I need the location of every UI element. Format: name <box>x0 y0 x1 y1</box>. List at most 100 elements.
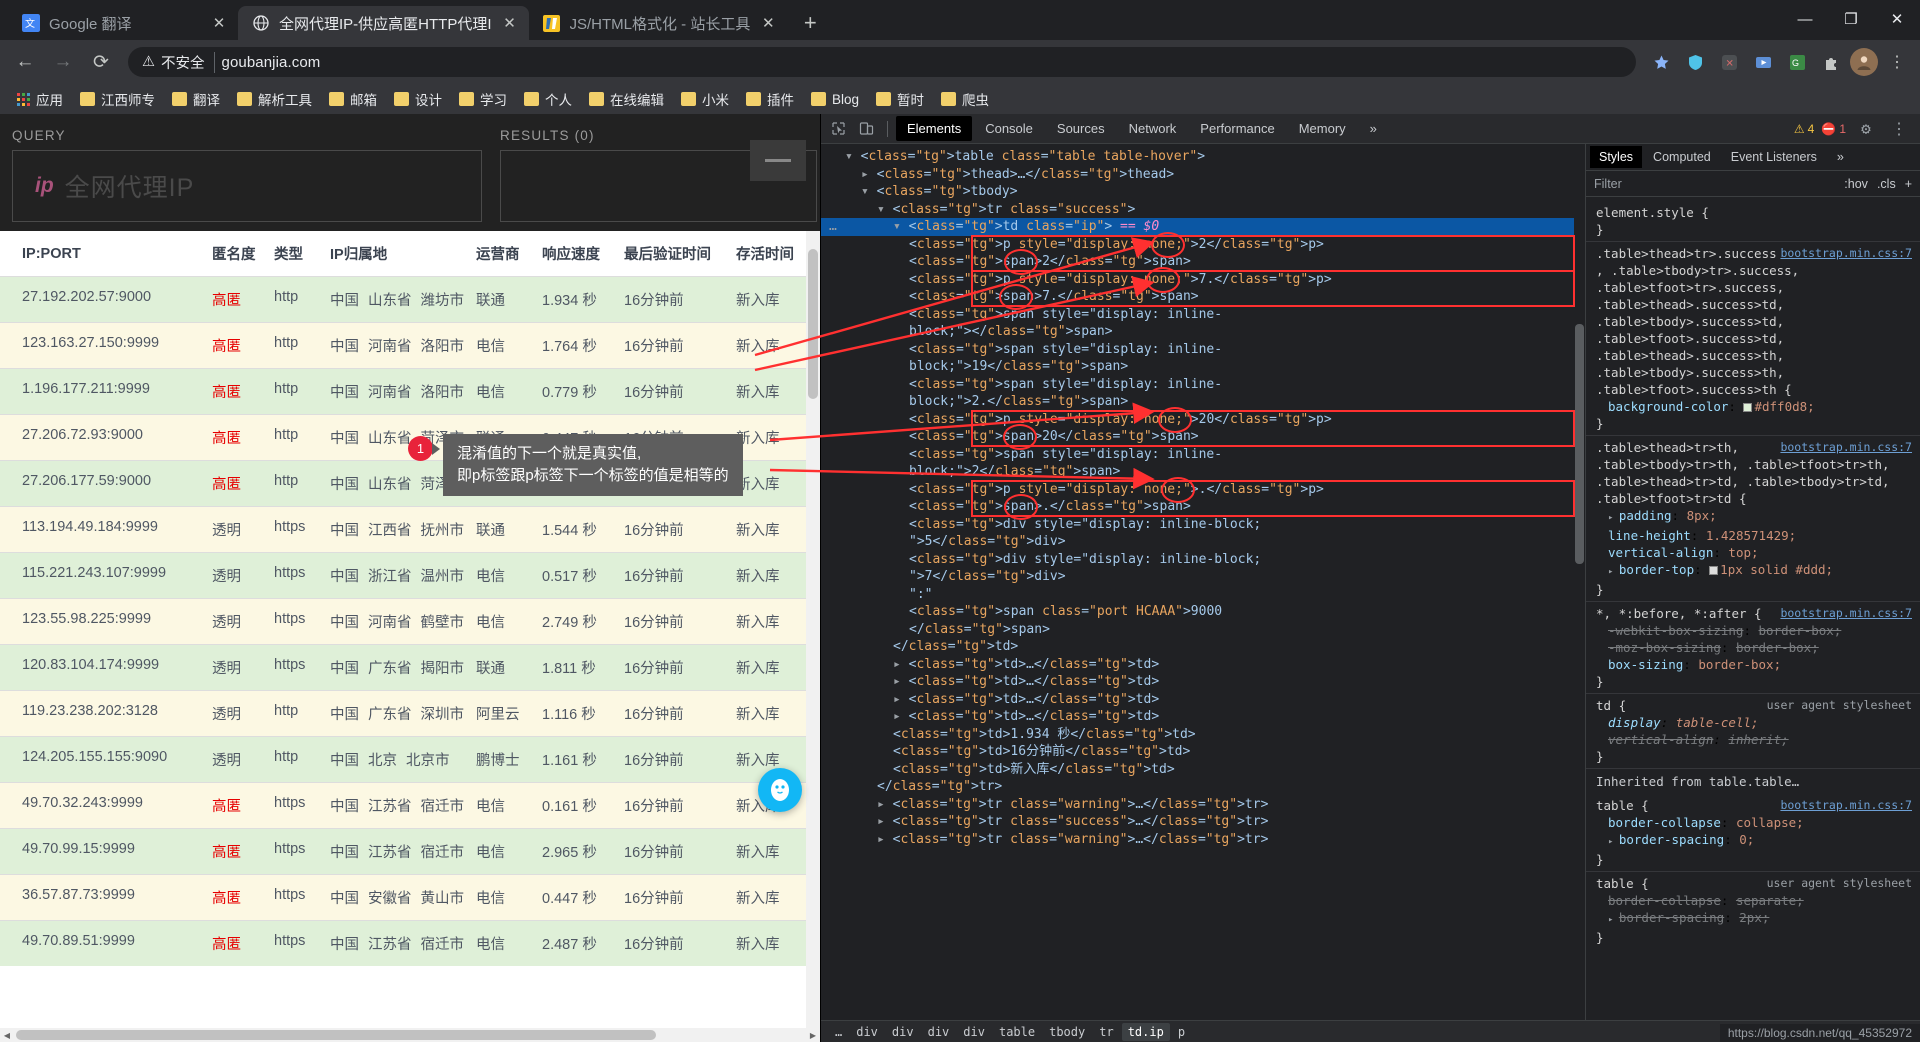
style-declaration[interactable]: -moz-box-sizing: border-box; <box>1596 639 1910 656</box>
dom-node-line[interactable]: <class="tg">span>.</class="tg">span> <box>821 498 1585 516</box>
table-row[interactable]: 123.55.98.225:9999 透明 https 中国 河南省 鹤壁市 电信 2.749… <box>0 598 820 645</box>
extension-x-icon[interactable]: ✕ <box>1714 47 1744 77</box>
dom-node-line[interactable]: block;"></class="tg">span> <box>821 323 1585 341</box>
dom-tree[interactable]: ▾ <class="tg">table class="table table-h… <box>821 144 1585 1020</box>
style-rule[interactable]: bootstrap.min.css:7 .table>thead>tr>.succ… <box>1586 241 1920 435</box>
scroll-right-icon[interactable]: ▶ <box>806 1031 820 1040</box>
style-rule[interactable]: user agent stylesheet td {display: table-… <box>1586 693 1920 768</box>
breadcrumb-item[interactable]: tr <box>1093 1023 1119 1041</box>
dom-node-line[interactable]: </class="tg">td> <box>821 638 1585 656</box>
chat-widget-button[interactable] <box>758 768 802 812</box>
bookmark-9[interactable]: 小米 <box>674 86 736 112</box>
dom-node-line[interactable]: ▸ <class="tg">tr class="warning">…</clas… <box>821 831 1585 849</box>
media-icon[interactable] <box>1748 47 1778 77</box>
dom-node-line[interactable]: </class="tg">tr> <box>821 778 1585 796</box>
translate-icon[interactable]: G <box>1782 47 1812 77</box>
dom-node-line[interactable]: ▸ <class="tg">td>…</class="tg">td> <box>821 673 1585 691</box>
page-horizontal-scrollbar[interactable]: ◀ ▶ <box>0 1028 820 1042</box>
error-count-badge[interactable]: ⛔ 1 <box>1821 122 1846 136</box>
browser-menu-button[interactable]: ⋮ <box>1882 47 1912 77</box>
style-declaration[interactable]: ▸ border-top: 1px solid #ddd; <box>1596 561 1910 581</box>
breadcrumb-item[interactable]: … <box>829 1023 848 1041</box>
style-declaration[interactable]: border-collapse: separate; <box>1596 892 1910 909</box>
bookmark-12[interactable]: 暂时 <box>869 86 931 112</box>
dom-node-line[interactable]: ▾ <class="tg">tbody> <box>821 183 1585 201</box>
shield-icon[interactable] <box>1680 47 1710 77</box>
table-row[interactable]: 36.57.87.73:9999 高匿 https 中国 安徽省 黄山市 电信 0.447 秒… <box>0 874 820 921</box>
bookmark-13[interactable]: 爬虫 <box>934 86 996 112</box>
color-swatch[interactable] <box>1709 566 1719 575</box>
dom-node-line[interactable]: <class="tg">span>20</class="tg">span> <box>821 428 1585 446</box>
devtools-tab-console[interactable]: Console <box>974 116 1044 141</box>
styles-more-tabs-icon[interactable]: » <box>1828 146 1853 168</box>
breadcrumb-item[interactable]: td.ip <box>1121 1022 1170 1041</box>
dom-node-line[interactable]: ▸ <class="tg">thead>…</class="tg">thead> <box>821 166 1585 184</box>
style-declaration[interactable]: display: table-cell; <box>1596 714 1910 731</box>
dom-node-line[interactable]: block;">19</class="tg">span> <box>821 358 1585 376</box>
dom-node-line[interactable]: … ▾ <class="tg">td class="ip"> == $0 <box>821 218 1585 236</box>
style-rule-source[interactable]: bootstrap.min.css:7 <box>1780 245 1912 262</box>
devtools-tab-memory[interactable]: Memory <box>1288 116 1357 141</box>
scrollbar-thumb[interactable] <box>1575 324 1584 564</box>
table-row[interactable]: 49.70.32.243:9999 高匿 https 中国 江苏省 宿迁市 电信 0.161 … <box>0 782 820 829</box>
tab-close-icon[interactable]: ✕ <box>501 14 519 32</box>
page-vertical-scrollbar[interactable] <box>806 231 820 1028</box>
dom-node-line[interactable]: ">5</class="tg">div> <box>821 533 1585 551</box>
inspect-cursor-icon[interactable] <box>825 117 851 141</box>
style-declaration[interactable]: vertical-align: top; <box>1596 544 1910 561</box>
browser-tab-2[interactable]: JS/HTML格式化 - 站长工具 ✕ <box>529 6 788 40</box>
bookmark-3[interactable]: 解析工具 <box>230 86 319 112</box>
dom-node-line[interactable]: ▾ <class="tg">table class="table table-h… <box>821 148 1585 166</box>
dom-node-line[interactable]: <class="tg">span>7.</class="tg">span> <box>821 288 1585 306</box>
scroll-left-icon[interactable]: ◀ <box>0 1031 14 1040</box>
dom-node-line[interactable]: </class="tg">span> <box>821 621 1585 639</box>
devtools-tab-network[interactable]: Network <box>1118 116 1188 141</box>
breadcrumb-item[interactable]: div <box>850 1023 884 1041</box>
devtools-more-tabs-icon[interactable]: » <box>1359 116 1388 141</box>
color-swatch[interactable] <box>1743 403 1753 412</box>
style-rule[interactable]: user agent stylesheet table {border-colla… <box>1586 871 1920 949</box>
devtools-tab-sources[interactable]: Sources <box>1046 116 1116 141</box>
breadcrumb-item[interactable]: div <box>957 1023 991 1041</box>
dom-node-line[interactable]: ▾ <class="tg">tr class="success"> <box>821 201 1585 219</box>
hamburger-button[interactable] <box>750 140 806 181</box>
style-declaration[interactable]: ▸ border-spacing: 0; <box>1596 831 1910 851</box>
query-box[interactable]: ip 全网代理IP <box>12 150 482 222</box>
breadcrumb-item[interactable]: tbody <box>1043 1023 1091 1041</box>
bookmark-2[interactable]: 翻译 <box>165 86 227 112</box>
devtools-menu-icon[interactable]: ⋮ <box>1886 117 1912 141</box>
dom-node-line[interactable]: <class="tg">td>16分钟前</class="tg">td> <box>821 743 1585 761</box>
table-row[interactable]: 124.205.155.155:9090 透明 http 中国 北京 北京市 鹏博士 1.16… <box>0 736 820 783</box>
dom-node-line[interactable]: <class="tg">p style="display: none;">7.<… <box>821 271 1585 289</box>
style-declaration[interactable]: background-color: #dff0d8; <box>1596 398 1910 415</box>
style-rule-source[interactable]: bootstrap.min.css:7 <box>1780 797 1912 814</box>
warning-count-badge[interactable]: ⚠ 4 <box>1794 122 1814 136</box>
dom-node-line[interactable]: <class="tg">div style="display: inline-b… <box>821 551 1585 569</box>
address-bar[interactable]: ⚠ 不安全 goubanjia.com <box>128 47 1636 77</box>
dom-node-line[interactable]: <class="tg">td>1.934 秒</class="tg">td> <box>821 726 1585 744</box>
style-rule-source[interactable]: bootstrap.min.css:7 <box>1780 605 1912 622</box>
table-row[interactable]: 49.70.89.51:9999 高匿 https 中国 江苏省 宿迁市 电信 2.487 秒… <box>0 920 820 966</box>
dom-node-line[interactable]: <class="tg">span style="display: inline- <box>821 306 1585 324</box>
dom-node-line[interactable]: ▸ <class="tg">td>…</class="tg">td> <box>821 708 1585 726</box>
dom-node-line[interactable]: <class="tg">p style="display: none;">.</… <box>821 481 1585 499</box>
gear-icon[interactable]: ⚙ <box>1853 117 1879 141</box>
back-button[interactable]: ← <box>8 45 42 79</box>
minimize-button[interactable]: — <box>1782 0 1828 38</box>
dom-node-line[interactable]: ▸ <class="tg">tr class="warning">…</clas… <box>821 796 1585 814</box>
avatar[interactable] <box>1850 48 1878 76</box>
dom-node-line[interactable]: <class="tg">p style="display: none;">2</… <box>821 236 1585 254</box>
dom-node-line[interactable]: <class="tg">span>2</class="tg">span> <box>821 253 1585 271</box>
bookmark-7[interactable]: 个人 <box>517 86 579 112</box>
dom-node-line[interactable]: <class="tg">td>新入库</class="tg">td> <box>821 761 1585 779</box>
close-window-button[interactable]: ✕ <box>1874 0 1920 38</box>
maximize-button[interactable]: ❐ <box>1828 0 1874 38</box>
dom-node-line[interactable]: ":" <box>821 586 1585 604</box>
bookmark-10[interactable]: 插件 <box>739 86 801 112</box>
table-row[interactable]: 1.196.177.211:9999 高匿 http 中国 河南省 洛阳市 电信 0.779 … <box>0 368 820 415</box>
table-row[interactable]: 115.221.243.107:9999 透明 https 中国 浙江省 温州市 电信 0.5… <box>0 552 820 599</box>
styles-tab-styles[interactable]: Styles <box>1590 146 1643 168</box>
reload-button[interactable]: ⟳ <box>84 45 118 79</box>
table-row[interactable]: 123.163.27.150:9999 高匿 http 中国 河南省 洛阳市 电信 1.764… <box>0 322 820 369</box>
devtools-tab-performance[interactable]: Performance <box>1189 116 1285 141</box>
